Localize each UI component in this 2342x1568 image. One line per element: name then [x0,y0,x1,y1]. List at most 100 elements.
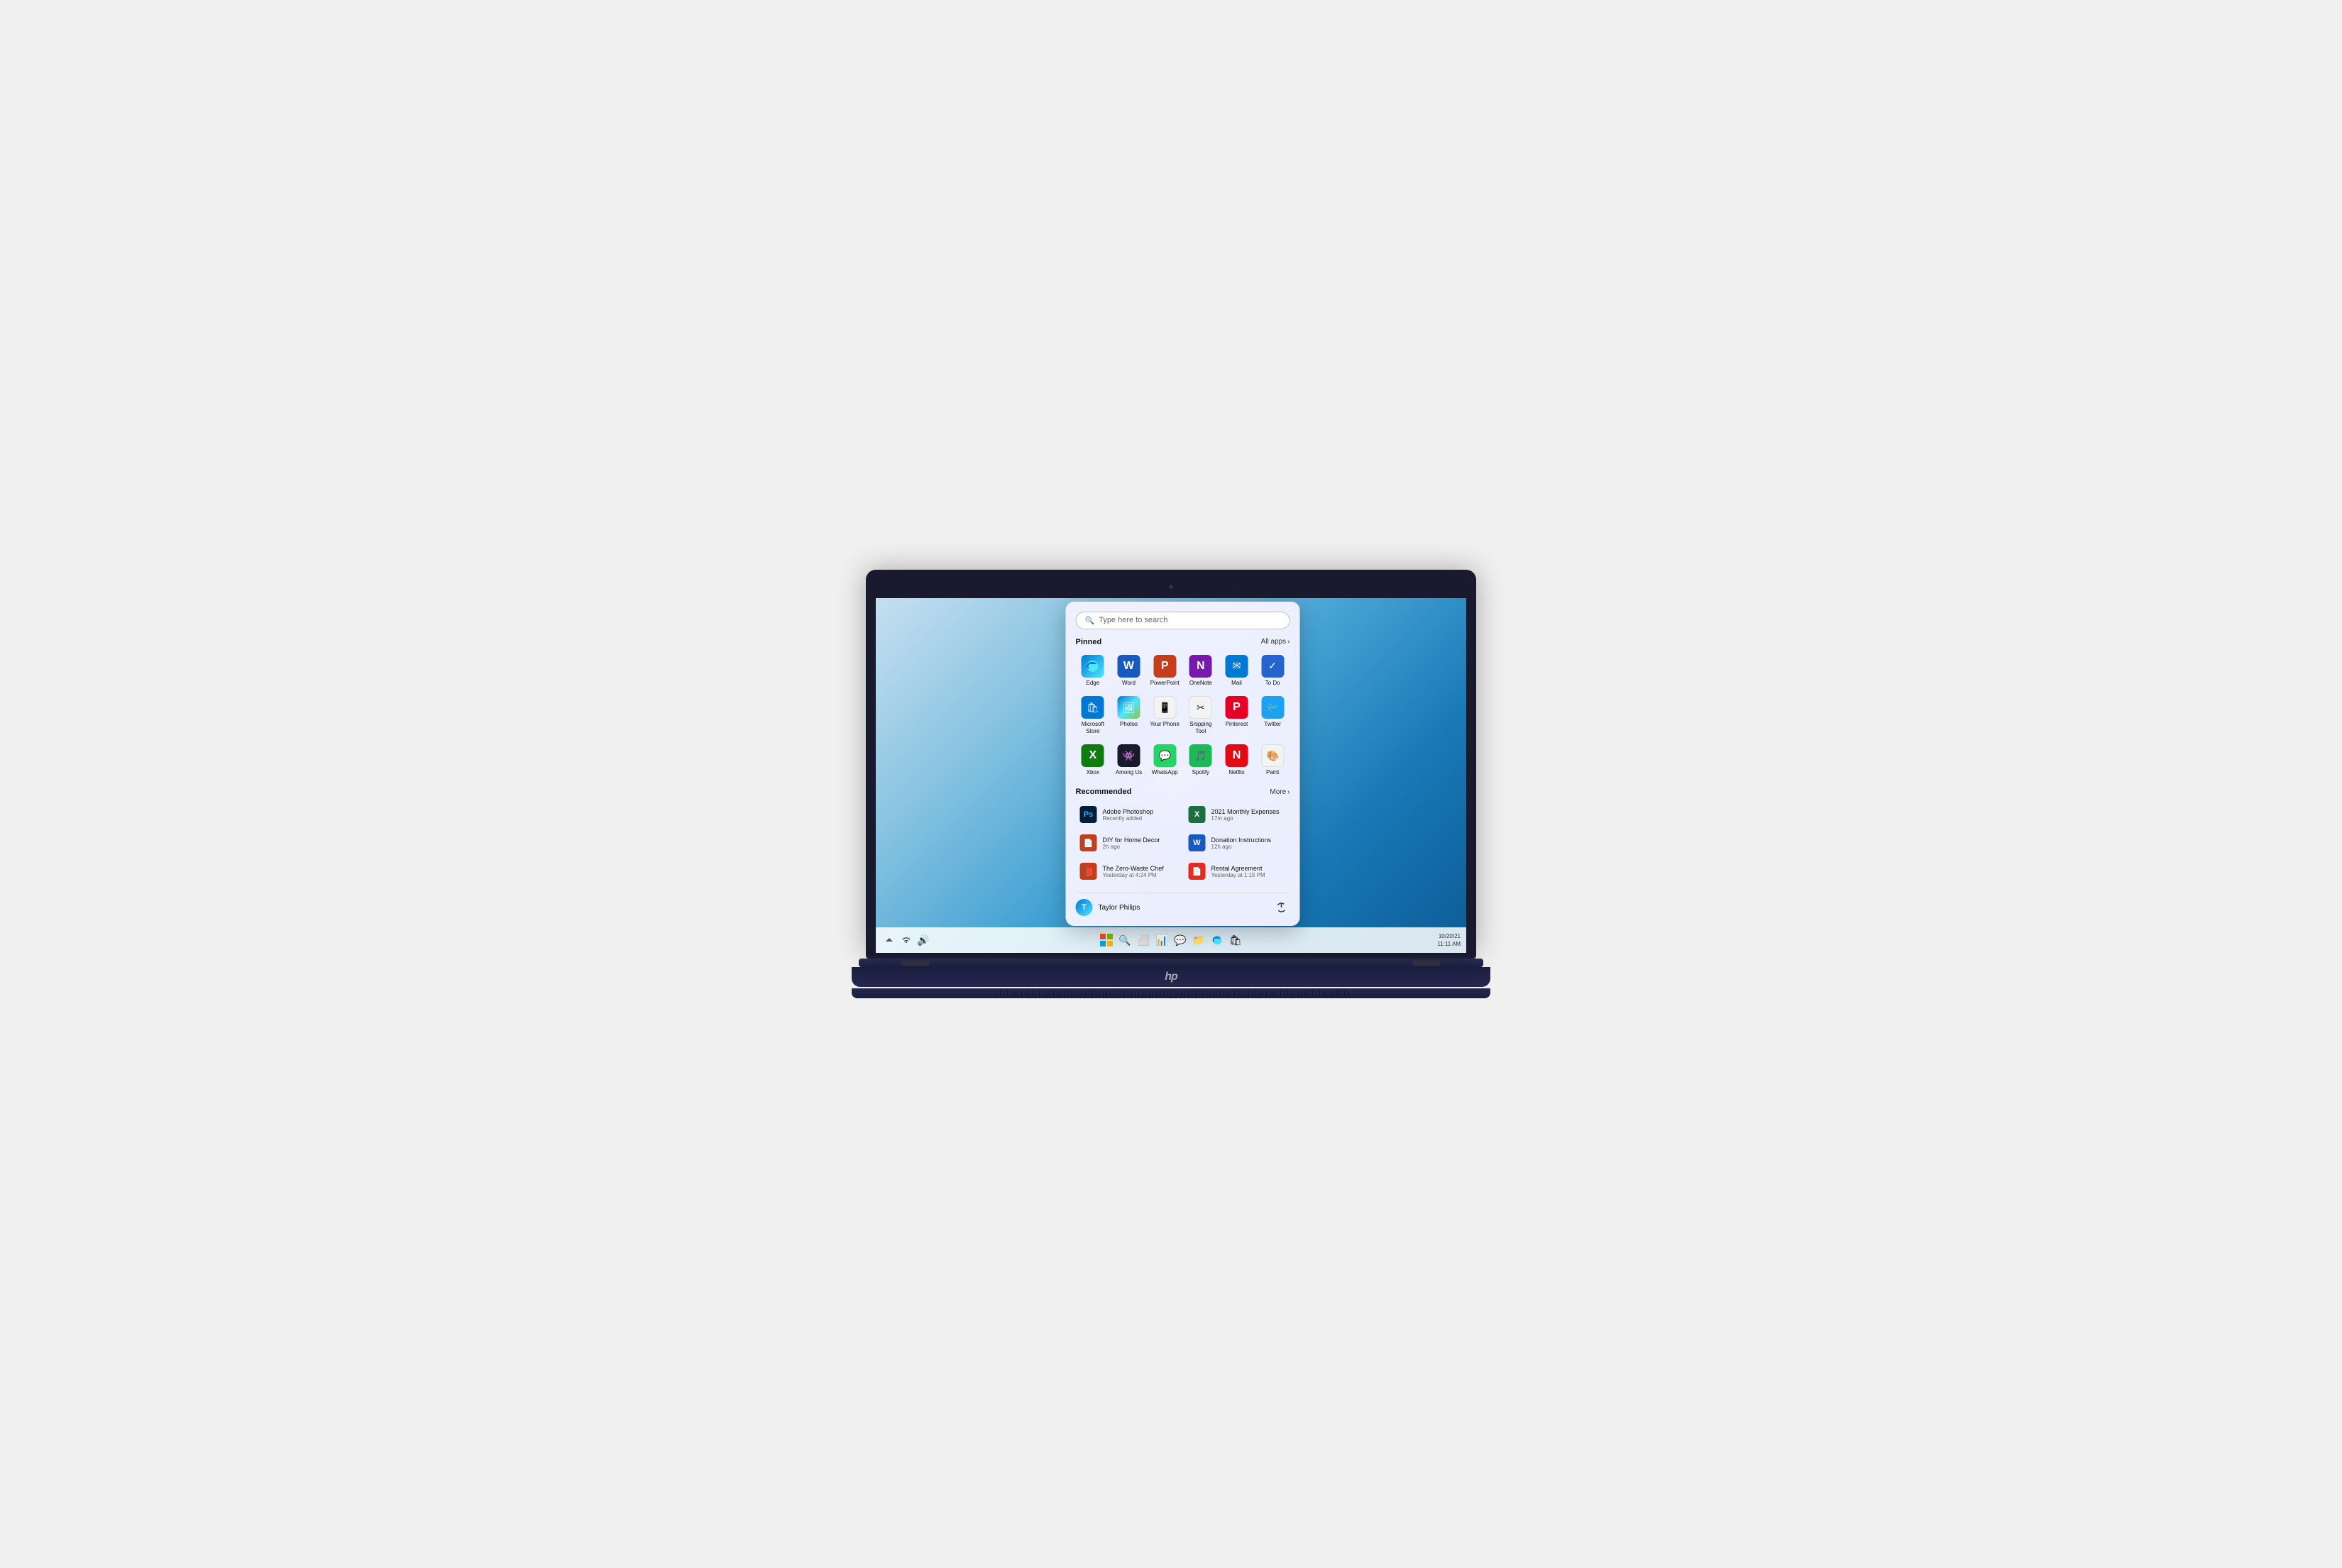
app-snipping[interactable]: ✂ Snipping Tool [1184,693,1219,737]
search-bar[interactable]: 🔍 Type here to search [1076,612,1290,629]
expenses-subtitle: 17m ago [1211,815,1280,822]
amongus-label: Among Us [1116,769,1142,776]
donation-subtitle: 12h ago [1211,844,1272,850]
pinterest-icon: P [1225,696,1248,719]
app-xbox[interactable]: X Xbox [1076,741,1111,779]
expenses-title: 2021 Monthly Expenses [1211,808,1280,815]
app-pinterest[interactable]: P Pinterest [1219,693,1254,737]
mail-icon: ✉ [1225,655,1248,678]
app-word[interactable]: W Word [1111,652,1146,690]
app-photos[interactable]: 🖼 Photos [1111,693,1146,737]
taskbar-left: 🔊 [881,932,931,948]
user-info[interactable]: T Taylor Philips [1076,899,1140,916]
power-icon [1276,902,1287,913]
msstore-icon: 🛍 [1082,696,1104,719]
edge-label: Edge [1086,680,1099,687]
system-tray-chevron[interactable] [881,932,897,948]
taskbar-date: 10/20/21 [1437,932,1461,940]
app-spotify[interactable]: 🎵 Spotify [1184,741,1219,779]
pinned-header: Pinned All apps › [1076,638,1290,646]
zerowaste-icon: 📕 [1080,863,1097,880]
photos-icon: 🖼 [1117,696,1140,719]
pinned-apps-grid: Edge W Word P PowerPoint [1076,652,1290,779]
photoshop-title: Adobe Photoshop [1103,808,1154,815]
yourphone-icon: 📱 [1153,696,1176,719]
app-netflix[interactable]: N Netflix [1219,741,1254,779]
app-paint[interactable]: 🎨 Paint [1255,741,1290,779]
rec-rental[interactable]: 📄 Rental Agreement Yesterday at 1:15 PM [1184,858,1290,884]
edge-taskbar-icon[interactable] [1209,932,1225,948]
app-whatsapp[interactable]: 💬 WhatsApp [1148,741,1182,779]
rec-zerowaste[interactable]: 📕 The Zero-Waste Chef Yesterday at 4:24 … [1076,858,1182,884]
wifi-icon[interactable] [898,932,914,948]
zerowaste-info: The Zero-Waste Chef Yesterday at 4:24 PM [1103,865,1164,878]
rec-diy[interactable]: 📄 DIY for Home Decor 2h ago [1076,830,1182,856]
app-amongus[interactable]: 👾 Among Us [1111,741,1146,779]
snipping-label: Snipping Tool [1185,721,1217,734]
user-avatar: T [1076,899,1093,916]
rental-info: Rental Agreement Yesterday at 1:15 PM [1211,865,1265,878]
power-button[interactable] [1273,899,1290,916]
word-icon: W [1117,655,1140,678]
app-twitter[interactable]: 🐦 Twitter [1255,693,1290,737]
word-label: Word [1122,680,1136,687]
spotify-icon: 🎵 [1189,744,1212,767]
more-link[interactable]: More › [1270,788,1290,796]
todo-label: To Do [1265,680,1280,687]
all-apps-link[interactable]: All apps › [1261,638,1290,646]
powerpoint-icon: P [1153,655,1176,678]
pinned-title: Pinned [1076,638,1102,646]
taskbar-time: 11:11 AM [1437,940,1461,948]
app-edge[interactable]: Edge [1076,652,1111,690]
donation-info: Donation Instructions 12h ago [1211,837,1272,850]
app-mail[interactable]: ✉ Mail [1219,652,1254,690]
app-yourphone[interactable]: 📱 Your Phone [1148,693,1182,737]
keyboard-base: hp [852,967,1490,987]
search-taskbar-icon[interactable]: 🔍 [1117,932,1133,948]
app-onenote[interactable]: N OneNote [1184,652,1219,690]
widgets-icon[interactable]: 📊 [1154,932,1170,948]
pinterest-label: Pinterest [1226,721,1248,728]
photoshop-info: Adobe Photoshop Recently added [1103,808,1154,822]
screen-bottom-edge [866,953,1476,959]
start-button[interactable] [1099,932,1114,948]
search-icon: 🔍 [1085,616,1095,625]
laptop-wrapper: 🔍 Type here to search Pinned All apps › [852,570,1490,998]
zerowaste-subtitle: Yesterday at 4:24 PM [1103,872,1164,878]
camera-bar [876,580,1466,598]
app-msstore[interactable]: 🛍 Microsoft Store [1076,693,1111,737]
msstore-label: Microsoft Store [1077,721,1109,734]
chat-icon[interactable]: 💬 [1172,932,1188,948]
netflix-icon: N [1225,744,1248,767]
twitter-icon: 🐦 [1261,696,1284,719]
taskbar: 🔊 🔍 ⬜ 📊 💬 [876,927,1466,953]
amongus-icon: 👾 [1117,744,1140,767]
recommended-title: Recommended [1076,788,1132,796]
expenses-info: 2021 Monthly Expenses 17m ago [1211,808,1280,822]
rec-expenses[interactable]: X 2021 Monthly Expenses 17m ago [1184,802,1290,827]
todo-icon: ✓ [1261,655,1284,678]
taskview-icon[interactable]: ⬜ [1136,932,1151,948]
user-name: Taylor Philips [1099,904,1140,912]
edge-icon [1082,655,1104,678]
diy-subtitle: 2h ago [1103,844,1160,850]
spotify-label: Spotify [1192,769,1209,776]
twitter-label: Twitter [1264,721,1281,728]
explorer-icon[interactable]: 📁 [1191,932,1206,948]
screen: 🔍 Type here to search Pinned All apps › [876,598,1466,953]
keyboard-feet-area [852,988,1490,998]
app-powerpoint[interactable]: P PowerPoint [1148,652,1182,690]
app-todo[interactable]: ✓ To Do [1255,652,1290,690]
photoshop-icon: Ps [1080,806,1097,823]
xbox-label: Xbox [1087,769,1099,776]
photos-label: Photos [1120,721,1138,728]
start-menu: 🔍 Type here to search Pinned All apps › [1066,602,1300,926]
mail-label: Mail [1231,680,1242,687]
xbox-icon: X [1082,744,1104,767]
rec-donation[interactable]: W Donation Instructions 12h ago [1184,830,1290,856]
recommended-header: Recommended More › [1076,788,1290,796]
volume-icon[interactable]: 🔊 [916,932,931,948]
store-taskbar-icon[interactable]: 🛍 [1228,932,1243,948]
rec-adobe-photoshop[interactable]: Ps Adobe Photoshop Recently added [1076,802,1182,827]
recommended-grid: Ps Adobe Photoshop Recently added X 2021… [1076,802,1290,884]
